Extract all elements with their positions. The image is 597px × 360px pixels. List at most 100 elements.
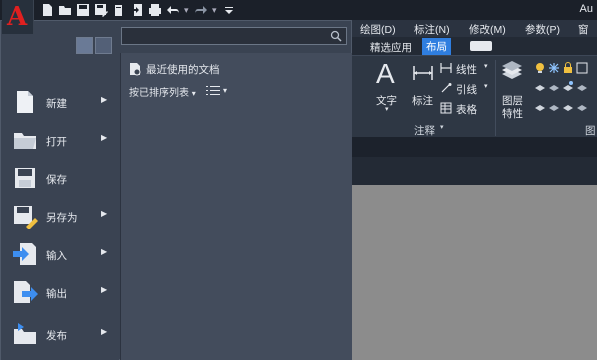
display-mode-dropdown-icon: ▾ <box>223 85 228 95</box>
new-file-icon <box>17 91 33 113</box>
recent-documents-view-icon[interactable] <box>76 37 93 54</box>
dimension-button-label[interactable]: 标注 <box>412 93 433 108</box>
layers-panel-title[interactable]: 图 <box>585 123 596 138</box>
title-bar: ▾ ▾ Au <box>0 0 597 20</box>
menu-item-publish[interactable]: 发布 ▶ <box>0 315 118 353</box>
ribbon-subtabs: 精选应用 布局 <box>352 37 597 55</box>
recent-documents-panel <box>120 53 352 360</box>
drawing-canvas[interactable] <box>352 185 597 360</box>
open-folder-icon[interactable] <box>58 3 72 17</box>
menu-item-save-as[interactable]: 另存为 ▶ <box>0 197 118 235</box>
undo-dropdown-icon[interactable]: ▾ <box>184 5 190 16</box>
layer-isolate-icon[interactable] <box>576 62 588 74</box>
undo-icon[interactable] <box>166 3 180 17</box>
window-title: Au <box>579 3 593 15</box>
layer-lock-icon[interactable] <box>562 62 574 74</box>
import-icon[interactable] <box>130 3 144 17</box>
submenu-arrow-icon: ▶ <box>101 95 108 104</box>
annotation-panel-dropdown-icon[interactable]: ▾ <box>440 123 444 131</box>
table-label[interactable]: 表格 <box>456 102 477 117</box>
text-icon[interactable]: A <box>376 58 395 90</box>
submenu-arrow-icon: ▶ <box>101 209 108 218</box>
autocad-logo: A <box>7 2 28 32</box>
quick-access-toolbar: ▾ ▾ <box>40 2 236 18</box>
layer-match-icon[interactable] <box>534 80 546 92</box>
panel-divider <box>495 60 496 136</box>
menu-item-label: 发布 <box>46 330 67 342</box>
publish-icon <box>14 323 36 344</box>
file-tabs-bar <box>352 157 597 185</box>
menu-item-import[interactable]: 输入 ▶ <box>0 235 118 273</box>
customize-dropdown-icon[interactable] <box>222 3 236 17</box>
menu-item-label: 输入 <box>46 250 67 262</box>
annotation-panel-title[interactable]: 注释 <box>414 123 435 138</box>
table-icon <box>440 102 452 114</box>
layer-freeze-icon[interactable] <box>548 62 560 74</box>
menu-modify[interactable]: 修改(M) <box>469 22 506 37</box>
search-icon[interactable] <box>330 30 342 42</box>
sort-order-label: 按已排序列表 <box>129 88 189 99</box>
layer-properties-icon[interactable] <box>500 60 524 84</box>
menu-item-label: 新建 <box>46 98 67 110</box>
submenu-arrow-icon: ▶ <box>101 327 108 336</box>
layer-state-icon[interactable] <box>576 80 588 92</box>
recent-documents-header: 最近使用的文档 <box>128 61 220 77</box>
linear-dropdown-icon[interactable]: ▾ <box>484 62 488 70</box>
ribbon-panel: A 文字 ▾ 标注 线性 ▾ 引线 ▾ 表格 注释 ▾ 图层 特性 图 <box>352 55 597 137</box>
print-icon[interactable] <box>148 3 162 17</box>
open-documents-view-icon[interactable] <box>95 37 112 54</box>
save-as-icon[interactable] <box>94 3 108 17</box>
list-view-icon <box>206 86 220 95</box>
menu-parametric[interactable]: 参数(P) <box>525 22 560 37</box>
menu-item-new[interactable]: 新建 ▶ <box>0 83 118 121</box>
dimension-icon[interactable] <box>412 62 434 84</box>
layer-previous-icon[interactable] <box>548 80 560 92</box>
save-icon[interactable] <box>76 3 90 17</box>
application-button[interactable]: A <box>2 0 34 34</box>
menu-item-label: 另存为 <box>46 212 78 224</box>
menu-item-export[interactable]: 输出 ▶ <box>0 273 118 311</box>
ribbon-bottom-bar <box>352 137 597 157</box>
layer-bulb-icon[interactable] <box>534 62 546 74</box>
new-file-icon[interactable] <box>40 3 54 17</box>
layer-delete-icon[interactable] <box>562 100 574 112</box>
layer-props-line2[interactable]: 特性 <box>502 106 523 121</box>
redo-icon[interactable] <box>194 3 208 17</box>
leader-dropdown-icon[interactable]: ▾ <box>484 82 488 90</box>
menu-draw[interactable]: 绘图(D) <box>360 22 396 37</box>
export-icon <box>14 281 38 303</box>
leader-icon <box>441 83 452 93</box>
layer-off-icon[interactable] <box>576 100 588 112</box>
recent-documents-heading: 最近使用的文档 <box>146 63 220 76</box>
menu-item-open[interactable]: 打开 ▶ <box>0 121 118 159</box>
linear-label[interactable]: 线性 <box>456 62 477 77</box>
search-input[interactable] <box>122 28 322 44</box>
ribbon-tab-strip: 绘图(D) 标注(N) 修改(M) 参数(P) 窗口 <box>352 20 597 51</box>
linear-dim-icon <box>440 63 452 73</box>
layer-copy-icon[interactable] <box>534 100 546 112</box>
submenu-arrow-icon: ▶ <box>101 133 108 142</box>
recent-documents-icon <box>130 63 141 76</box>
open-folder-icon <box>14 133 36 149</box>
sort-order-dropdown[interactable]: 按已排序列表 ▾ <box>129 84 196 99</box>
leader-label[interactable]: 引线 <box>456 82 477 97</box>
tab-featured-apps[interactable]: 精选应用 <box>370 40 412 55</box>
publish-icon[interactable] <box>112 3 126 17</box>
layer-merge-icon[interactable] <box>548 100 560 112</box>
menu-item-save[interactable]: 保存 <box>0 159 118 197</box>
save-icon <box>15 168 35 188</box>
redo-dropdown-icon[interactable]: ▾ <box>212 5 218 16</box>
menu-item-label: 打开 <box>46 136 67 148</box>
display-mode-dropdown[interactable]: ▾ <box>206 84 227 96</box>
text-dropdown-icon[interactable]: ▾ <box>385 105 389 113</box>
workspace-toggle-icon[interactable] <box>470 41 492 51</box>
search-field[interactable] <box>121 27 347 45</box>
menu-item-label: 输出 <box>46 288 67 300</box>
sort-order-dropdown-icon: ▾ <box>191 89 196 98</box>
tab-layout[interactable]: 布局 <box>422 38 451 55</box>
menu-dimension[interactable]: 标注(N) <box>414 22 450 37</box>
layer-walk-icon[interactable] <box>562 80 574 92</box>
menu-view-toggle <box>76 37 112 55</box>
import-icon <box>13 243 36 265</box>
menu-item-label: 保存 <box>46 174 67 186</box>
